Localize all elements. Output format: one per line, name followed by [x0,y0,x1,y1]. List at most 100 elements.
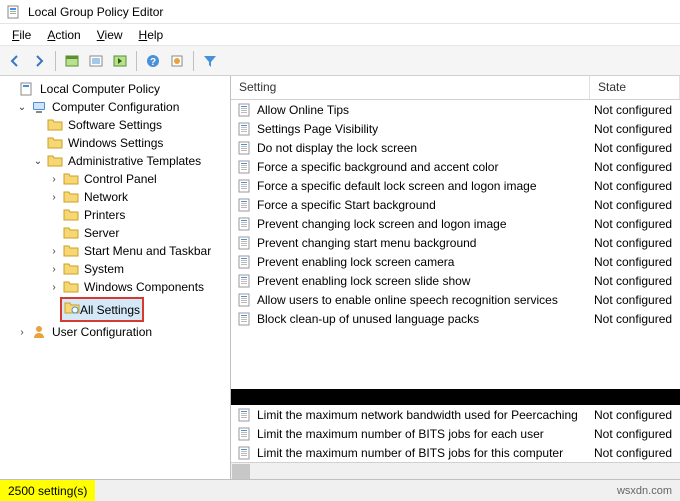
list-body[interactable]: Limit the maximum network bandwidth used… [231,405,680,462]
setting-state: Not configured [590,141,680,155]
tool-icon-2[interactable] [85,50,107,72]
setting-name: Limit the maximum network bandwidth used… [257,408,578,422]
list-pane: Setting State Allow Online TipsNot confi… [231,76,680,479]
tool-icon-3[interactable] [109,50,131,72]
tree-server[interactable]: Server [0,224,230,242]
column-state[interactable]: State [590,76,680,99]
list-row[interactable]: Force a specific Start backgroundNot con… [231,195,680,214]
chevron-right-icon[interactable]: › [48,174,60,185]
list-row[interactable]: Settings Page VisibilityNot configured [231,119,680,138]
tree-label: Start Menu and Taskbar [82,244,213,258]
tree-user-config[interactable]: › User Configuration [0,323,230,341]
setting-name: Prevent enabling lock screen slide show [257,274,470,288]
setting-name: Allow Online Tips [257,103,349,117]
filter-button[interactable] [199,50,221,72]
list-row[interactable]: Limit the maximum network bandwidth used… [231,405,680,424]
menu-file[interactable]: File [4,26,39,44]
tree-label: Local Computer Policy [38,82,162,96]
scrollbar-thumb[interactable] [232,464,250,479]
list-row[interactable]: Allow Online TipsNot configured [231,100,680,119]
status-bar: 2500 setting(s) wsxdn.com [0,479,680,501]
list-row[interactable]: Prevent changing start menu backgroundNo… [231,233,680,252]
setting-name: Block clean-up of unused language packs [257,312,479,326]
tree-win-components[interactable]: › Windows Components [0,278,230,296]
setting-name: Limit the maximum number of BITS jobs fo… [257,427,544,441]
tree-printers[interactable]: Printers [0,206,230,224]
folder-icon [63,207,79,223]
toolbar-separator-3 [193,51,194,71]
chevron-right-icon[interactable]: › [16,327,28,338]
tree-system[interactable]: › System [0,260,230,278]
setting-state: Not configured [590,293,680,307]
help-button[interactable]: ? [142,50,164,72]
tool-icon-4[interactable] [166,50,188,72]
policy-item-icon [237,407,253,423]
menu-bar: File Action View Help [0,24,680,46]
list-row[interactable]: Force a specific default lock screen and… [231,176,680,195]
list-row[interactable]: Do not display the lock screenNot config… [231,138,680,157]
tree-label: Windows Settings [66,136,165,150]
tool-icon-1[interactable] [61,50,83,72]
tree-control-panel[interactable]: › Control Panel [0,170,230,188]
tree-network[interactable]: › Network [0,188,230,206]
tree-label: Computer Configuration [50,100,181,114]
list-row[interactable]: Limit the maximum number of BITS jobs fo… [231,443,680,462]
tree-label: All Settings [80,303,140,317]
settings-folder-icon [64,300,80,319]
chevron-right-icon[interactable]: › [48,264,60,275]
setting-name: Settings Page Visibility [257,122,378,136]
setting-name: Force a specific default lock screen and… [257,179,537,193]
chevron-down-icon[interactable]: ⌄ [32,156,44,167]
list-row[interactable]: Allow users to enable online speech reco… [231,290,680,309]
folder-icon [47,135,63,151]
forward-button[interactable] [28,50,50,72]
tree-admin-templates[interactable]: ⌄ Administrative Templates [0,152,230,170]
setting-name: Prevent changing lock screen and logon i… [257,217,507,231]
column-setting[interactable]: Setting [231,76,590,99]
chevron-right-icon[interactable]: › [48,192,60,203]
chevron-right-icon[interactable]: › [48,246,60,257]
tree-label: Windows Components [82,280,206,294]
policy-item-icon [237,102,253,118]
setting-state: Not configured [590,179,680,193]
setting-state: Not configured [590,312,680,326]
policy-item-icon [237,216,253,232]
tree-windows-settings[interactable]: Windows Settings [0,134,230,152]
chevron-right-icon[interactable]: › [48,282,60,293]
policy-item-icon [237,235,253,251]
user-icon [31,324,47,340]
list-body[interactable]: Allow Online TipsNot configuredSettings … [231,100,680,389]
setting-state: Not configured [590,255,680,269]
tree-comp-config[interactable]: ⌄ Computer Configuration [0,98,230,116]
tree-label: Network [82,190,130,204]
folder-icon [47,153,63,169]
list-row[interactable]: Prevent changing lock screen and logon i… [231,214,680,233]
list-row[interactable]: Limit the maximum number of BITS jobs fo… [231,424,680,443]
tree-pane[interactable]: Local Computer Policy ⌄ Computer Configu… [0,76,231,479]
tree-label: User Configuration [50,325,154,339]
list-row[interactable]: Prevent enabling lock screen slide show N… [231,271,680,290]
menu-action[interactable]: Action [39,26,88,44]
setting-name: Limit the maximum number of BITS jobs fo… [257,446,563,460]
policy-item-icon [237,311,253,327]
folder-icon [63,225,79,241]
tree-all-settings-highlighted[interactable]: All Settings [60,297,144,322]
tree-start-menu[interactable]: › Start Menu and Taskbar [0,242,230,260]
redaction-bar [231,389,680,405]
back-button[interactable] [4,50,26,72]
menu-help[interactable]: Help [131,26,172,44]
tree-software-settings[interactable]: Software Settings [0,116,230,134]
tree-root[interactable]: Local Computer Policy [0,80,230,98]
setting-state: Not configured [590,427,680,441]
setting-name: Prevent enabling lock screen camera [257,255,454,269]
policy-item-icon [237,273,253,289]
horizontal-scrollbar[interactable] [231,462,680,479]
chevron-down-icon[interactable]: ⌄ [16,102,28,113]
list-row[interactable]: Prevent enabling lock screen camera Not c… [231,252,680,271]
folder-icon [63,279,79,295]
list-row[interactable]: Block clean-up of unused language packs N… [231,309,680,328]
setting-state: Not configured [590,274,680,288]
menu-view[interactable]: View [89,26,131,44]
setting-state: Not configured [590,217,680,231]
list-row[interactable]: Force a specific background and accent c… [231,157,680,176]
